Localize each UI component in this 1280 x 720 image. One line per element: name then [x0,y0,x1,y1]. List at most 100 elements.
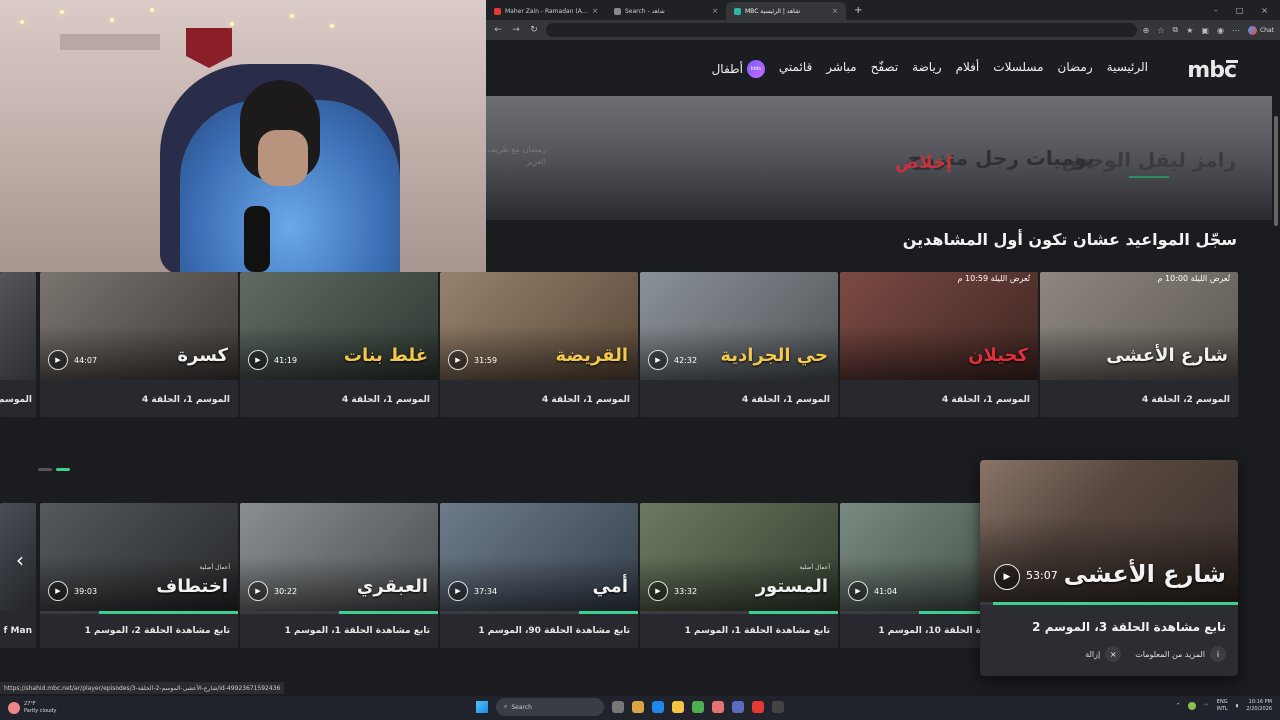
play-icon[interactable]: ▶ [848,581,868,601]
address-bar[interactable] [546,23,1137,37]
continue-card[interactable]: أعمال أصلية المستور ▶ 33:32 تابع مشاهدة … [640,503,838,648]
continue-card[interactable]: أعمال أصلية اختطاف ▶ 39:03 تابع مشاهدة ا… [40,503,238,648]
banner-logo-ikhlas[interactable]: إخلاص [895,152,952,173]
banner-logo-ramadan[interactable]: رمضان مع ظريف العزيز [486,144,546,168]
close-icon[interactable]: × [712,7,718,15]
play-icon[interactable]: ▶ [248,350,268,370]
reload-icon[interactable]: ↻ [528,25,540,35]
site-header: mbc الرئيسية رمضان مسلسلات أفلام رياضة ت… [486,40,1280,96]
show-card-partial[interactable]: الموسم [0,272,36,417]
show-card[interactable]: تُعرض الليلة 10:00 م شارع الأعشى الموسم … [1040,272,1238,417]
continue-label: تابع مشاهدة الحلقة 90، الموسم 1 [478,626,630,636]
nav-series[interactable]: مسلسلات [993,60,1043,78]
card-thumbnail: العبقري ▶ 30:22 [240,503,438,611]
show-card[interactable]: غلط بنات ▶ 41:19 الموسم 1، الحلقة 4 [240,272,438,417]
continue-label: f Man [3,626,33,636]
carousel-dot-active[interactable] [56,468,70,471]
minimize-icon[interactable]: – [1214,6,1218,15]
remove-button[interactable]: × إزالة [1085,646,1122,662]
screen: Maher Zain - Ramadan (Arabic) | ... × Se… [0,0,1280,720]
copilot-app-icon[interactable] [632,701,644,713]
play-icon[interactable]: ▶ [448,350,468,370]
start-icon[interactable] [476,701,488,713]
mbc-logo[interactable]: mbc [1187,58,1238,83]
card-thumbnail: غلط بنات ▶ 41:19 [240,272,438,380]
episode-label: الموسم [0,395,32,405]
nav-kids[interactable]: أطفال kids [712,60,765,78]
shield-icon[interactable] [732,701,744,713]
duration: 30:22 [274,587,298,596]
carousel-dot[interactable] [38,468,52,471]
zoom-icon[interactable]: ⊕ [1143,26,1150,35]
terminal-icon[interactable] [772,701,784,713]
page-scrollbar[interactable] [1272,96,1280,688]
taskbar-search[interactable]: ⌕ Search [496,698,604,716]
browser-tab[interactable]: Search - شاهد × [606,2,726,20]
profile-icon[interactable]: ◉ [1217,26,1224,35]
show-card[interactable]: كسرة ▶ 44:07 الموسم 1، الحلقة 4 [40,272,238,417]
wifi-icon[interactable]: ◠ [1204,703,1208,709]
close-icon[interactable]: × [832,7,838,15]
continue-card[interactable]: العبقري ▶ 30:22 تابع مشاهدة الحلقة 1، ال… [240,503,438,648]
task-view-icon[interactable] [612,701,624,713]
browser-tab[interactable]: Maher Zain - Ramadan (Arabic) | ... × [486,2,606,20]
continue-card[interactable]: أمي ▶ 37:34 تابع مشاهدة الحلقة 90، الموس… [440,503,638,648]
nav-mylist[interactable]: قائمتي [779,60,812,78]
favorites-icon[interactable]: ★ [1186,26,1193,35]
store-icon[interactable] [692,701,704,713]
nav-ramadan[interactable]: رمضان [1058,60,1093,78]
more-info-button[interactable]: i المزيد من المعلومات [1135,646,1226,662]
bookmark-star-icon[interactable]: ☆ [1157,26,1164,35]
maximize-icon[interactable]: □ [1236,6,1244,15]
show-logo: العبقري [356,576,428,597]
episode-label: الموسم 1، الحلقة 4 [942,395,1030,405]
show-card[interactable]: تُعرض الليلة 10:59 م كحيلان الموسم 1، ال… [840,272,1038,417]
file-explorer-icon[interactable] [672,701,684,713]
card-thumbnail: أمي ▶ 37:34 [440,503,638,611]
volume-icon[interactable]: ◖ [1236,703,1239,709]
browser-tab-active[interactable]: MBC شاهد | الرئيسية × [726,2,846,20]
window-close-icon[interactable]: × [1261,6,1268,15]
play-icon[interactable]: ▶ [48,350,68,370]
hover-preview-card[interactable]: شارع الأعشى ▶ 53:07 تابع مشاهدة الحلقة 3… [980,460,1238,676]
back-icon[interactable]: ← [492,25,504,35]
chrome-icon[interactable] [752,701,764,713]
weather-widget[interactable]: 27°F Partly cloudy [0,701,120,715]
play-icon[interactable]: ▶ [48,581,68,601]
play-icon[interactable]: ▶ [448,581,468,601]
edge-icon[interactable] [652,701,664,713]
play-icon[interactable]: ▶ [648,581,668,601]
clock[interactable]: 10:16 PM 2/20/2026 [1246,699,1272,713]
chevron-up-icon[interactable]: ^ [1176,703,1180,709]
nav-live[interactable]: مباشر [826,60,856,78]
nav-movies[interactable]: أفلام [956,60,980,78]
play-icon[interactable]: ▶ [648,350,668,370]
nav-browse[interactable]: تصفّح [871,60,899,78]
show-card[interactable]: القريضة ▶ 31:59 الموسم 1، الحلقة 4 [440,272,638,417]
carousel-prev-icon[interactable]: ‹ [8,540,32,580]
promo-banner[interactable]: رامز ليقل الوحش يوميات رجل متزوج إخلاص ر… [486,96,1272,220]
streamer-face [258,130,308,186]
more-icon[interactable]: ⋯ [1232,26,1240,35]
tray-app-icon[interactable] [1188,702,1197,710]
language-indicator[interactable]: ENG INTL [1217,699,1228,713]
continue-label: تابع مشاهدة الحلقة 1، الموسم 1 [684,626,830,636]
collections-icon[interactable]: ▣ [1201,26,1209,35]
extensions-icon[interactable]: ⧉ [1173,25,1179,35]
episode-label: الموسم 2، الحلقة 4 [1142,395,1230,405]
app-icon[interactable] [712,701,724,713]
play-icon[interactable]: ▶ [994,564,1020,590]
nav-sports[interactable]: رياضة [912,60,941,78]
search-label: Search [511,703,532,711]
nav-home[interactable]: الرئيسية [1107,60,1148,78]
duration: 41:04 [874,587,898,596]
tab-favicon-icon [734,7,741,15]
duration: 39:03 [74,587,98,596]
play-icon[interactable]: ▶ [248,581,268,601]
show-card[interactable]: حي الجرادية ▶ 42:32 الموسم 1، الحلقة 4 [640,272,838,417]
new-tab-button[interactable]: + [846,5,870,16]
close-icon[interactable]: × [592,7,598,15]
forward-icon[interactable]: → [510,25,522,35]
watch-progress [240,611,438,614]
chat-button[interactable]: Chat [1247,25,1274,35]
